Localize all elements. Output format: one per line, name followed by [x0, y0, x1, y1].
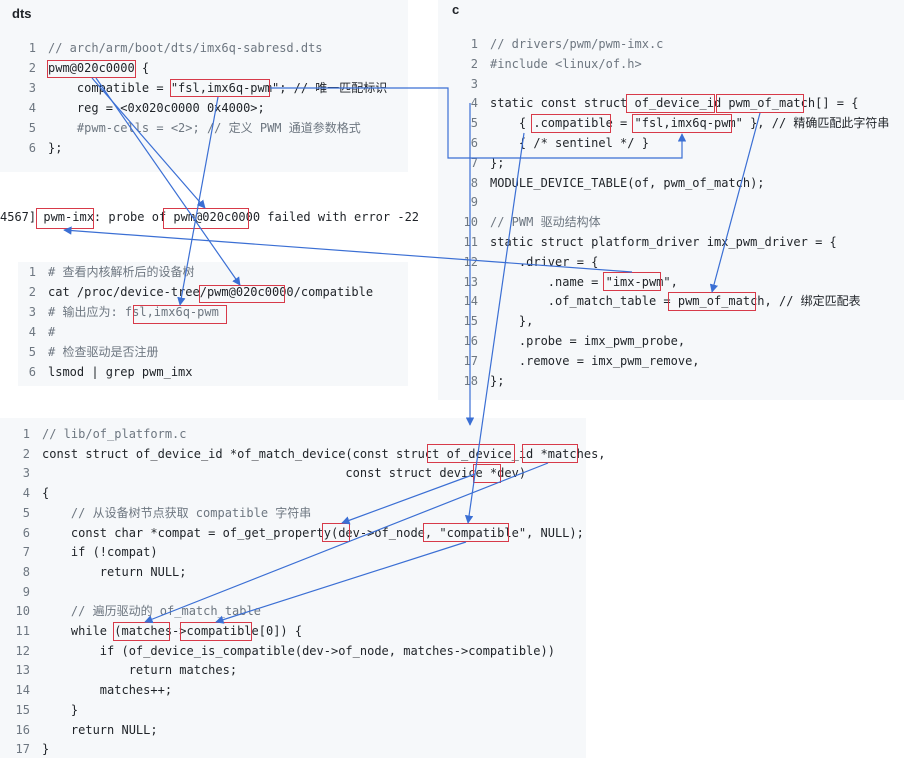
dts-code-line: // arch/arm/boot/dts/imx6q-sabresd.dts: [48, 41, 323, 55]
shell-line-number: 1: [28, 265, 36, 279]
dts-code-line: #pwm-cells = <2>; // 定义 PWM 通道参数格式: [48, 121, 361, 135]
c-line-number: 10: [463, 215, 478, 230]
dts-code-line: pwm@020c0000 {: [48, 61, 150, 75]
kernel-error-log: 4567] pwm-imx: probe of pwm@020c0000 fai…: [0, 210, 420, 224]
c-line-number: 11: [463, 235, 478, 249]
shell-code-line: #: [48, 325, 56, 339]
dts-line-number: 2: [28, 61, 36, 75]
c-code-line: static struct platform_driver imx_pwm_dr…: [490, 235, 837, 249]
c-line-number: 14: [463, 294, 478, 309]
c-code-line: MODULE_DEVICE_TABLE(of, pwm_of_match);: [490, 175, 765, 190]
c-code-line: .probe = imx_pwm_probe,: [490, 334, 686, 348]
dts-header: dts: [12, 6, 32, 21]
c-code-line: .name = "imx-pwm",: [490, 274, 678, 289]
c-line-number: 16: [463, 334, 478, 348]
ofp-line-number: 3: [22, 466, 30, 481]
c-code-line: { /* sentinel */ }: [490, 136, 649, 150]
dts-line-number: 5: [28, 121, 36, 135]
ofp-code-line: {: [42, 486, 50, 501]
ofp-code-line: // lib/of_platform.c: [42, 427, 187, 441]
c-code-line: // drivers/pwm/pwm-imx.c: [490, 37, 664, 51]
ofp-line-number: 16: [15, 722, 30, 737]
c-line-number: 12: [463, 254, 478, 269]
dts-line-number: 4: [28, 101, 36, 115]
dts-code-line: };: [48, 141, 63, 155]
dts-code-line: compatible = "fsl,imx6q-pwm"; // 唯一匹配标识: [48, 81, 388, 95]
c-code-line: },: [490, 314, 534, 329]
ofp-line-number: 11: [15, 624, 30, 638]
ofp-code-line: const char *compat = of_get_property(dev…: [42, 525, 584, 540]
ofp-line-number: 2: [22, 446, 30, 461]
ofp-line-number: 9: [22, 584, 30, 599]
c-line-number: 4: [470, 96, 478, 111]
ofp-line-number: 14: [15, 683, 30, 698]
ofp-line-number: 5: [22, 505, 30, 520]
ofp-code-line: }: [42, 702, 79, 717]
ofp-code-line: // 从设备树节点获取 compatible 字符串: [42, 505, 312, 520]
ofp-line-number: 12: [15, 643, 30, 658]
shell-code-line: cat /proc/device-tree/pwm@020c0000/compa…: [48, 285, 374, 299]
ofp-code-line: matches++;: [42, 683, 173, 698]
shell-line-number: 5: [28, 345, 36, 359]
c-line-number: 17: [463, 353, 478, 368]
shell-line-number: 6: [28, 365, 36, 379]
dts-code-line: reg = <0x020c0000 0x4000>;: [48, 101, 265, 115]
ofp-line-number: 8: [22, 564, 30, 579]
c-line-number: 13: [463, 274, 478, 289]
ofp-code-line: const struct of_device_id *of_match_devi…: [42, 446, 606, 461]
c-code-line: { .compatible = "fsl,imx6q-pwm" }, // 精确…: [490, 116, 890, 131]
c-line-number: 1: [470, 37, 478, 51]
shell-panel: 1 # 查看内核解析后的设备树 2 cat /proc/device-tree/pwm…: [18, 262, 408, 386]
ofp-code-line: if (!compat): [42, 545, 158, 560]
ofp-line-number: 7: [22, 545, 30, 560]
ofp-line-number: 17: [15, 742, 30, 757]
shell-code-line: # 输出应为: fsl,imx6q-pwm: [48, 305, 219, 319]
ofp-line-number: 1: [22, 427, 30, 441]
ofp-code-line: if (of_device_is_compatible(dev->of_node…: [42, 643, 555, 658]
shell-line-number: 2: [28, 285, 36, 299]
c-line-number: 9: [470, 195, 478, 210]
ofp-code-line: }: [42, 742, 50, 757]
c-code-line: };: [490, 373, 505, 388]
ofp-line-number: 15: [15, 702, 30, 717]
ofp-code-line: return NULL;: [42, 722, 158, 737]
c-code-line: static const struct of_device_id pwm_of_…: [490, 96, 859, 111]
c-line-number: 15: [463, 314, 478, 329]
c-line-number: 18: [463, 373, 478, 388]
shell-code-line: lsmod | grep pwm_imx: [48, 365, 193, 379]
dts-panel: dts 1 // arch/arm/boot/dts/imx6q-sabresd.…: [0, 0, 408, 172]
c-line-number: 3: [470, 76, 478, 91]
of-platform-panel: 1 // lib/of_platform.c 2 const struct of_de…: [0, 418, 606, 758]
c-line-number: 7: [470, 155, 478, 170]
dts-line-number: 1: [28, 41, 36, 55]
ofp-code-line: return NULL;: [42, 564, 187, 579]
ofp-line-number: 10: [15, 604, 30, 619]
ofp-line-number: 6: [22, 525, 30, 540]
c-code-line: .driver = {: [490, 254, 599, 269]
c-code-line: .of_match_table = pwm_of_match, // 绑定匹配表: [490, 294, 861, 309]
ofp-line-number: 4: [22, 486, 30, 501]
shell-code-line: # 检查驱动是否注册: [48, 345, 159, 359]
ofp-code-line: // 遍历驱动的 of_match_table: [42, 604, 261, 619]
c-line-number: 2: [470, 56, 478, 71]
c-code-line: #include <linux/of.h>: [490, 56, 642, 71]
c-code-line: // PWM 驱动结构体: [490, 215, 601, 230]
ofp-code-line: const struct device *dev): [42, 466, 527, 481]
shell-line-number: 4: [28, 325, 36, 339]
c-line-number: 5: [470, 116, 478, 131]
shell-code-line: # 查看内核解析后的设备树: [48, 265, 195, 279]
shell-line-number: 3: [28, 305, 36, 319]
c-code-line: };: [490, 155, 505, 170]
c-panel: c 1 // drivers/pwm/pwm-imx.c 2 #include <li…: [438, 0, 904, 400]
c-line-number: 8: [470, 175, 478, 190]
c-header: c: [452, 2, 460, 17]
dts-line-number: 3: [28, 81, 36, 95]
ofp-code-line: while (matches->compatible[0]) {: [42, 624, 303, 638]
dts-line-number: 6: [28, 141, 36, 155]
c-code-line: .remove = imx_pwm_remove,: [490, 353, 700, 368]
ofp-line-number: 13: [15, 663, 30, 678]
ofp-code-line: return matches;: [42, 663, 238, 678]
c-line-number: 6: [470, 136, 478, 150]
